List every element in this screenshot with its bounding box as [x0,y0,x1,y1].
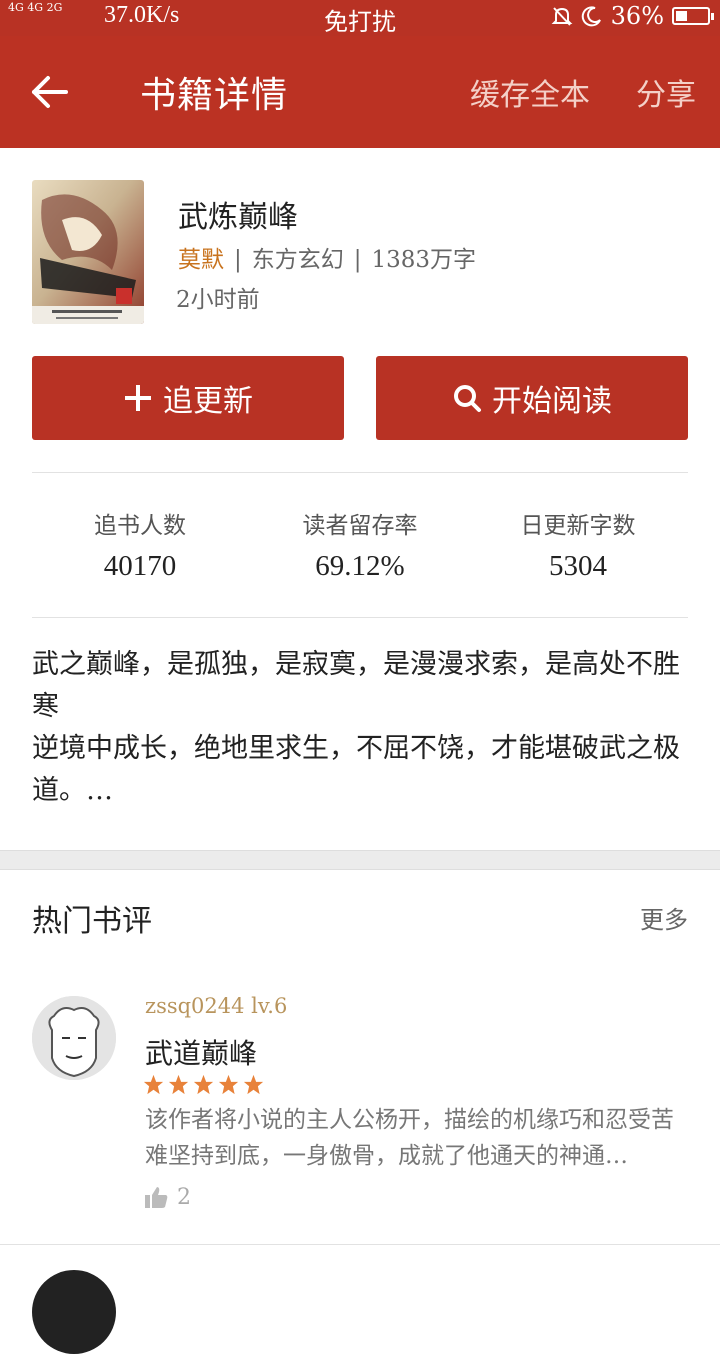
book-meta: 莫默 | 东方玄幻 | 1383万字 [178,240,476,274]
search-icon [454,385,481,412]
follow-label: 追更新 [163,384,253,419]
book-cover[interactable] [32,180,144,324]
stat-value: 69.12% [315,550,405,582]
star-icon [218,1074,239,1095]
status-right: 36% [551,2,714,30]
book-word-count: 1383万字 [371,247,477,273]
share-button[interactable]: 分享 [636,70,696,114]
star-icon [193,1074,214,1095]
app-bar: 书籍详情 缓存全本 分享 [0,36,720,148]
section-gap [0,850,720,870]
avatar[interactable] [32,996,116,1080]
update-time: 2小时前 [176,287,260,313]
star-icon [243,1074,264,1095]
stat-daily-words: 日更新字数 5304 [468,506,688,583]
like-button[interactable]: 2 [143,1184,191,1210]
review-username[interactable]: zssq0244 lv.6 [145,994,287,1018]
page-title: 书籍详情 [140,75,289,116]
review-title[interactable]: 武道巅峰 [145,1032,257,1072]
more-reviews-link[interactable]: 更多 [640,900,688,935]
stat-value: 40170 [103,550,177,582]
cache-all-button[interactable]: 缓存全本 [470,70,590,114]
star-icon [168,1074,189,1095]
stat-followers: 追书人数 40170 [30,506,250,583]
stat-retention: 读者留存率 69.12% [250,506,470,583]
book-title: 武炼巅峰 [178,200,298,235]
book-description[interactable]: 武之巅峰，是孤独，是寂寞，是漫漫求索，是高处不胜寒 逆境中成长，绝地里求生，不屈… [32,644,692,812]
rating-stars [143,1074,264,1095]
author-link[interactable]: 莫默 [178,247,224,273]
star-icon [143,1074,164,1095]
stat-label: 读者留存率 [302,513,418,539]
meta-separator: | [353,247,362,273]
moon-icon [581,6,601,27]
plus-icon [125,385,151,411]
avatar[interactable] [32,1270,116,1354]
meta-separator: | [234,247,242,273]
stat-label: 日更新字数 [520,513,636,539]
mute-bell-icon [551,7,573,26]
divider [0,1244,720,1245]
status-bar: 4G 4G 2G 37.0K/s 免打扰 36% [0,0,720,36]
review-text[interactable]: 该作者将小说的主人公杨开，描绘的机缘巧和忍受苦难坚持到底，一身傲骨，成就了他通天… [145,1102,685,1174]
hot-reviews-title: 热门书评 [32,904,152,939]
battery-text: 36% [610,2,664,30]
divider [32,472,688,473]
battery-level [676,11,687,21]
book-category: 东方玄幻 [251,247,344,273]
follow-updates-button[interactable]: 追更新 [32,356,344,440]
like-count: 2 [177,1184,191,1210]
stat-label: 追书人数 [94,513,186,539]
back-arrow-icon[interactable] [28,70,72,114]
thumbs-up-icon [145,1187,168,1208]
stat-value: 5304 [549,550,607,582]
divider [32,617,688,618]
read-label: 开始阅读 [492,384,612,419]
start-reading-button[interactable]: 开始阅读 [376,356,688,440]
battery-icon [672,7,714,25]
